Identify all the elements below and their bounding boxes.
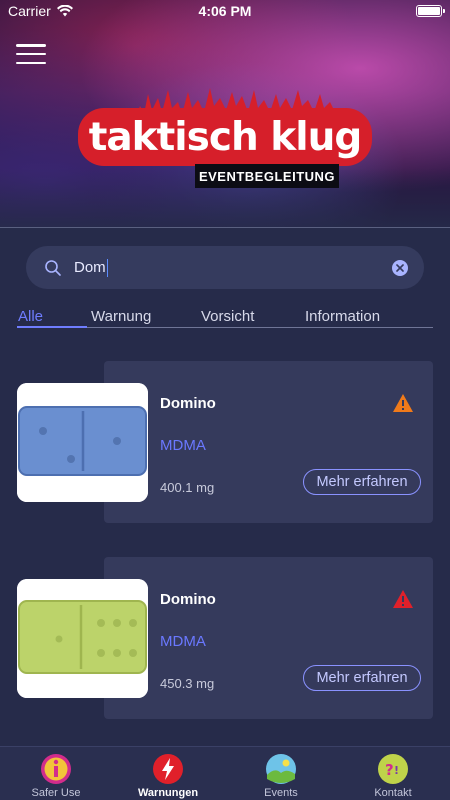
clear-search-button[interactable] [392, 259, 408, 276]
brand-tagline: EVENTBEGLEITUNG [195, 164, 339, 188]
pill-image [17, 579, 148, 698]
brand-logo: taktisch klug EVENTBEGLEITUNG [78, 84, 372, 196]
search-input[interactable]: Dom [74, 258, 392, 277]
warning-card[interactable]: Domino MDMA 450.3 mg Mehr erfahren [104, 557, 433, 719]
tabbar-item-events[interactable]: Events [241, 753, 321, 799]
bottom-tab-bar: Safer Use Warnungen Events ? ! Kontakt [0, 746, 450, 800]
active-tab-indicator [17, 326, 87, 328]
learn-more-button[interactable]: Mehr erfahren [303, 665, 421, 691]
filter-tabs: Alle Warnung Vorsicht Information [17, 306, 433, 328]
tabbar-item-warnungen[interactable]: Warnungen [128, 753, 208, 799]
battery-icon [416, 5, 445, 17]
tab-warnung[interactable]: Warnung [91, 308, 151, 325]
tab-alle[interactable]: Alle [18, 308, 43, 325]
pill-substance: MDMA [160, 633, 206, 650]
tab-information[interactable]: Information [305, 308, 380, 325]
lightning-icon [153, 754, 183, 784]
learn-more-button[interactable]: Mehr erfahren [303, 469, 421, 495]
search-icon [45, 259, 61, 276]
clear-circle-icon [396, 263, 404, 272]
text-caret [106, 258, 109, 277]
pill-substance: MDMA [160, 437, 206, 454]
search-bar[interactable]: Dom [26, 246, 424, 289]
svg-text:?: ? [385, 761, 394, 779]
tabbar-item-kontakt[interactable]: ? ! Kontakt [353, 753, 433, 799]
pill-weight: 400.1 mg [160, 480, 215, 495]
landscape-icon [266, 754, 296, 784]
tab-vorsicht[interactable]: Vorsicht [201, 308, 254, 325]
warning-triangle-icon [393, 590, 413, 608]
hamburger-menu-button[interactable] [16, 44, 46, 64]
caution-triangle-icon [393, 394, 413, 412]
tabbar-item-safer-use[interactable]: Safer Use [16, 753, 96, 799]
warning-card[interactable]: Domino MDMA 400.1 mg Mehr erfahren [104, 361, 433, 523]
info-icon [41, 754, 71, 784]
pill-name: Domino [160, 591, 216, 608]
wifi-icon [56, 5, 73, 17]
carrier-label: Carrier [8, 3, 51, 19]
pill-name: Domino [160, 395, 216, 412]
question-icon: ? ! [378, 754, 408, 784]
hero-divider [0, 227, 450, 228]
pill-weight: 450.3 mg [160, 676, 215, 691]
brand-name: taktisch klug [88, 114, 363, 160]
status-bar: Carrier 4:06 PM [0, 0, 450, 22]
pill-image [17, 383, 148, 502]
svg-text:!: ! [394, 764, 399, 777]
